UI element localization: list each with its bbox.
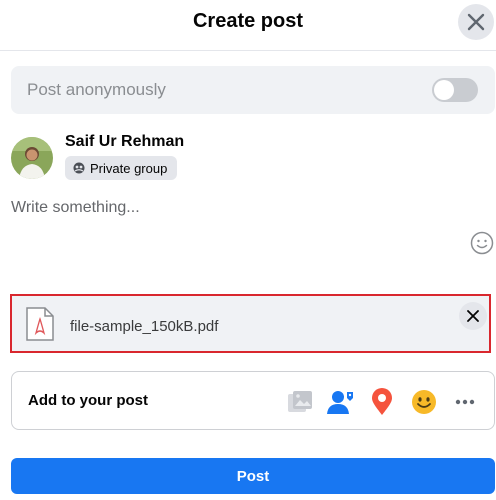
check-in-button[interactable]: [368, 388, 396, 416]
group-icon: [73, 162, 85, 174]
user-name: Saif Ur Rehman: [65, 133, 185, 150]
anonymous-toggle[interactable]: [432, 78, 478, 102]
more-icon: [455, 399, 475, 405]
post-anonymously-row[interactable]: Post anonymously: [11, 66, 495, 114]
emoji-icon: [470, 231, 494, 255]
dialog-title: Create post: [192, 10, 304, 32]
close-button[interactable]: [458, 4, 494, 40]
pdf-file-icon: [26, 307, 54, 341]
location-icon: [372, 388, 392, 415]
emoji-button[interactable]: [470, 231, 494, 255]
photo-video-icon: [288, 391, 312, 412]
privacy-label: Private group: [90, 160, 168, 176]
post-button[interactable]: Post: [11, 458, 495, 494]
file-name: file-sample_150kB.pdf: [70, 318, 219, 335]
close-icon: [467, 310, 479, 322]
profile-photo-icon: [11, 137, 53, 179]
tag-people-icon: [327, 391, 353, 414]
file-attachment: file-sample_150kB.pdf: [10, 294, 491, 353]
privacy-selector[interactable]: Private group: [65, 156, 178, 180]
add-to-post-label: Add to your post: [28, 392, 148, 409]
tag-people-button[interactable]: [327, 388, 355, 416]
add-to-post-panel: Add to your post: [11, 371, 495, 430]
avatar: [11, 137, 53, 179]
remove-attachment-button[interactable]: [459, 302, 487, 330]
post-anonymously-label: Post anonymously: [27, 80, 166, 99]
more-options-button[interactable]: [451, 388, 479, 416]
photo-video-button[interactable]: [286, 388, 314, 416]
dialog-header: Create post: [0, 0, 496, 51]
feeling-icon: [412, 390, 436, 414]
post-text-input[interactable]: Write something...: [11, 199, 140, 217]
feeling-activity-button[interactable]: [410, 388, 438, 416]
toggle-knob: [434, 80, 454, 100]
close-icon: [467, 13, 485, 31]
